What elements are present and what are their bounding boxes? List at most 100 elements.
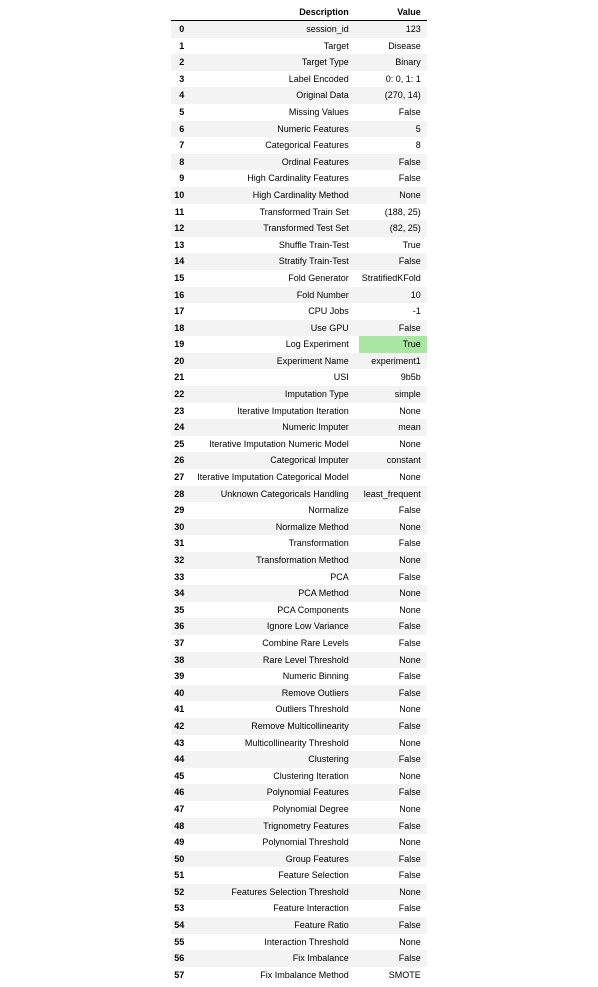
row-value: experiment1	[359, 353, 427, 370]
table-row: 45Clustering IterationNone	[171, 768, 427, 785]
row-description: High Cardinality Method	[194, 187, 359, 204]
table-row: 56Fix ImbalanceFalse	[171, 950, 427, 967]
row-description: Rare Level Threshold	[194, 652, 359, 669]
row-index: 37	[171, 635, 194, 652]
table-row: 11Transformed Train Set(188, 25)	[171, 204, 427, 221]
row-value: False	[359, 718, 427, 735]
row-index: 2	[171, 54, 194, 71]
row-description: Ignore Low Variance	[194, 618, 359, 635]
row-value: False	[359, 618, 427, 635]
row-description: PCA Method	[194, 585, 359, 602]
row-value: 8	[359, 137, 427, 154]
row-value: False	[359, 867, 427, 884]
row-index: 19	[171, 336, 194, 353]
row-description: Missing Values	[194, 104, 359, 121]
row-value: True	[359, 237, 427, 254]
row-index: 39	[171, 668, 194, 685]
row-index: 36	[171, 618, 194, 635]
row-description: Interaction Threshold	[194, 934, 359, 951]
row-index: 33	[171, 569, 194, 586]
row-index: 1	[171, 38, 194, 55]
row-index: 32	[171, 552, 194, 569]
table-row: 43Multicollinearity ThresholdNone	[171, 735, 427, 752]
row-value: False	[359, 751, 427, 768]
row-value: 0: 0, 1: 1	[359, 71, 427, 88]
row-value: (270, 14)	[359, 87, 427, 104]
table-row: 36Ignore Low VarianceFalse	[171, 618, 427, 635]
row-description: Transformed Train Set	[194, 204, 359, 221]
row-index: 51	[171, 867, 194, 884]
row-value: False	[359, 784, 427, 801]
table-row: 6Numeric Features5	[171, 121, 427, 138]
table-row: 25Iterative Imputation Numeric ModelNone	[171, 436, 427, 453]
row-index: 55	[171, 934, 194, 951]
row-index: 20	[171, 353, 194, 370]
row-value: -1	[359, 303, 427, 320]
row-description: Multicollinearity Threshold	[194, 735, 359, 752]
row-index: 25	[171, 436, 194, 453]
row-description: Numeric Features	[194, 121, 359, 138]
table-row: 26Categorical Imputerconstant	[171, 452, 427, 469]
row-description: Target	[194, 38, 359, 55]
row-description: Original Data	[194, 87, 359, 104]
row-description: Transformation	[194, 535, 359, 552]
row-description: USI	[194, 369, 359, 386]
row-description: Categorical Imputer	[194, 452, 359, 469]
table-row: 39Numeric BinningFalse	[171, 668, 427, 685]
row-value: False	[359, 502, 427, 519]
table-row: 10High Cardinality MethodNone	[171, 187, 427, 204]
row-value: None	[359, 436, 427, 453]
table-row: 7Categorical Features8	[171, 137, 427, 154]
row-value: False	[359, 950, 427, 967]
row-description: Imputation Type	[194, 386, 359, 403]
row-value: None	[359, 652, 427, 669]
row-value: None	[359, 768, 427, 785]
row-description: Polynomial Threshold	[194, 834, 359, 851]
table-row: 0session_id123	[171, 21, 427, 38]
row-index: 26	[171, 452, 194, 469]
row-value: False	[359, 569, 427, 586]
row-index: 8	[171, 154, 194, 171]
row-index: 47	[171, 801, 194, 818]
row-description: Use GPU	[194, 320, 359, 337]
row-description: Normalize Method	[194, 519, 359, 536]
row-index: 7	[171, 137, 194, 154]
row-value: None	[359, 834, 427, 851]
table-row: 29NormalizeFalse	[171, 502, 427, 519]
row-value: None	[359, 519, 427, 536]
table-row: 9High Cardinality FeaturesFalse	[171, 170, 427, 187]
row-index: 16	[171, 287, 194, 304]
row-description: Stratify Train-Test	[194, 253, 359, 270]
row-index: 56	[171, 950, 194, 967]
row-description: Trignometry Features	[194, 818, 359, 835]
row-index: 11	[171, 204, 194, 221]
table-row: 37Combine Rare LevelsFalse	[171, 635, 427, 652]
row-description: Fix Imbalance	[194, 950, 359, 967]
row-index: 29	[171, 502, 194, 519]
table-row: 3Label Encoded0: 0, 1: 1	[171, 71, 427, 88]
table-row: 40Remove OutliersFalse	[171, 685, 427, 702]
row-index: 5	[171, 104, 194, 121]
row-value: False	[359, 253, 427, 270]
row-value: Binary	[359, 54, 427, 71]
row-value: None	[359, 403, 427, 420]
table-row: 42Remove MulticollinearityFalse	[171, 718, 427, 735]
row-description: Iterative Imputation Numeric Model	[194, 436, 359, 453]
row-description: Combine Rare Levels	[194, 635, 359, 652]
table-row: 31TransformationFalse	[171, 535, 427, 552]
row-description: Features Selection Threshold	[194, 884, 359, 901]
row-index: 4	[171, 87, 194, 104]
table-row: 47Polynomial DegreeNone	[171, 801, 427, 818]
row-index: 9	[171, 170, 194, 187]
row-index: 6	[171, 121, 194, 138]
table-row: 54Feature RatioFalse	[171, 917, 427, 934]
row-description: Remove Outliers	[194, 685, 359, 702]
row-index: 57	[171, 967, 194, 984]
row-description: Normalize	[194, 502, 359, 519]
row-value: False	[359, 668, 427, 685]
row-index: 48	[171, 818, 194, 835]
row-value: False	[359, 685, 427, 702]
row-description: High Cardinality Features	[194, 170, 359, 187]
row-index: 43	[171, 735, 194, 752]
table-row: 14Stratify Train-TestFalse	[171, 253, 427, 270]
